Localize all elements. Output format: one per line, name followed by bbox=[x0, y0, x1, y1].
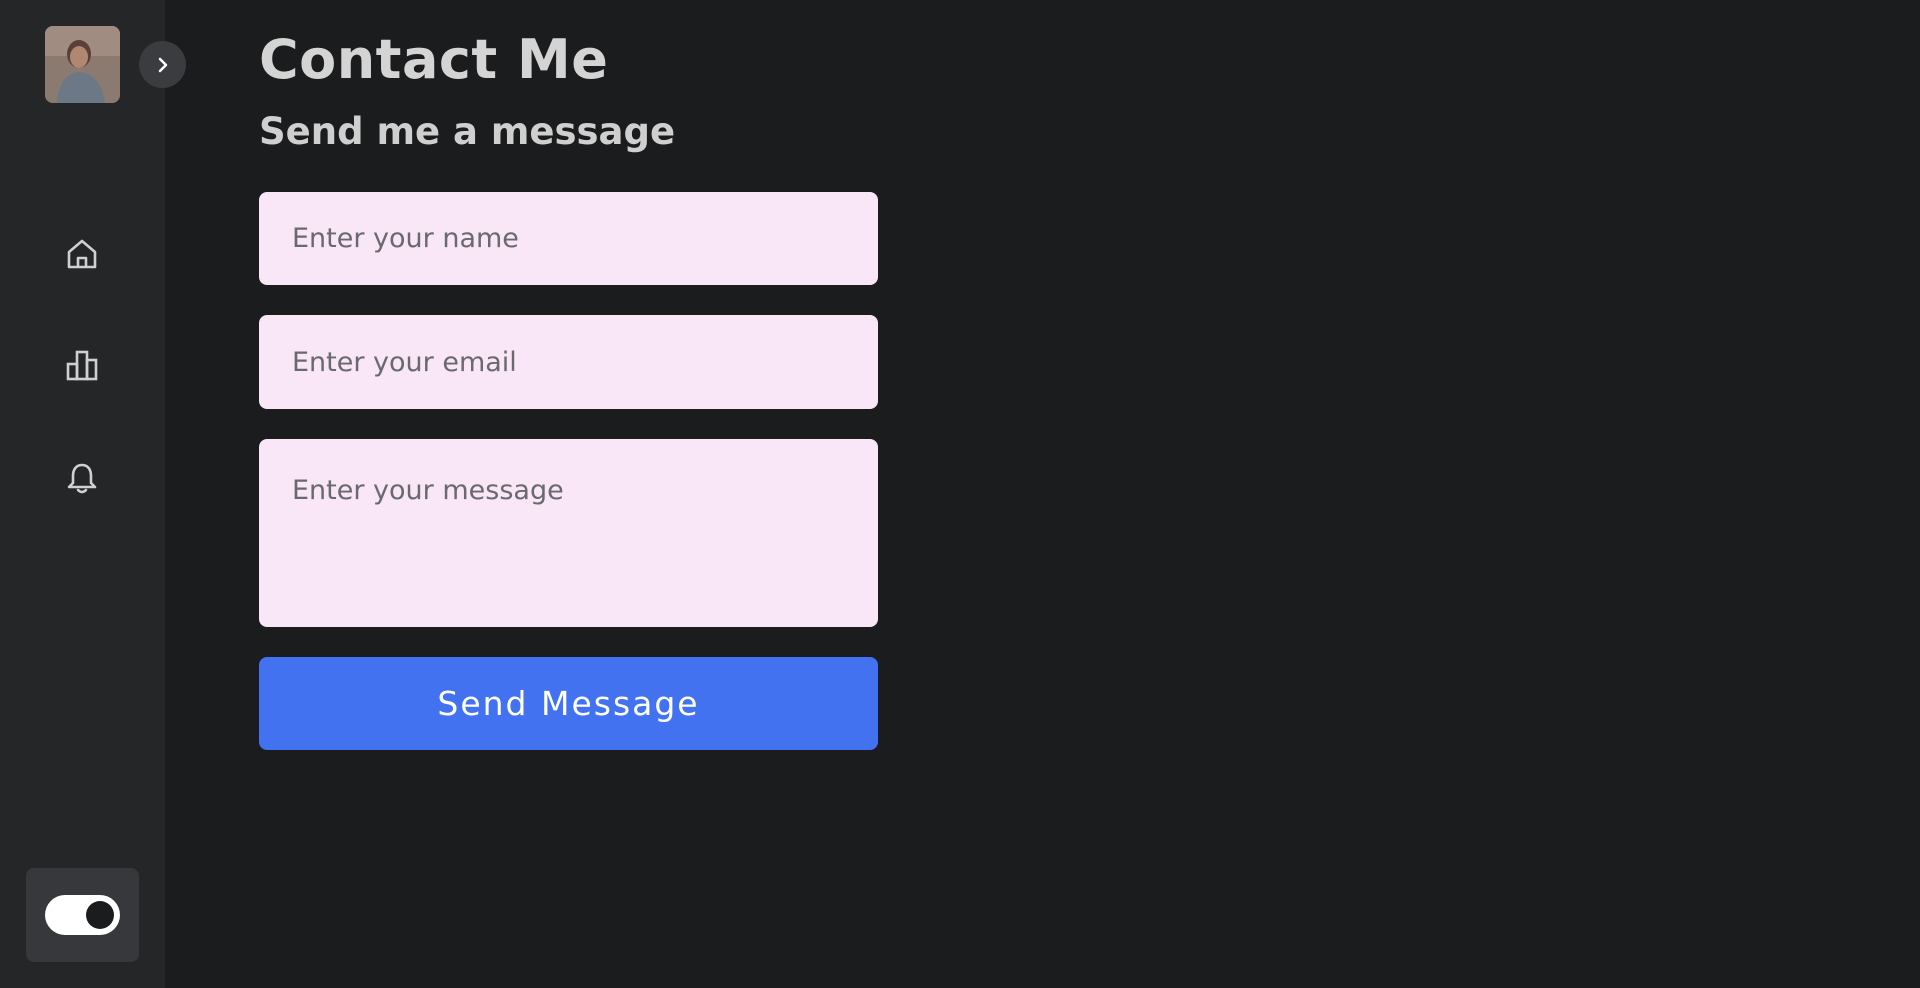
sidebar-item-home[interactable] bbox=[60, 232, 104, 276]
theme-toggle[interactable] bbox=[45, 895, 120, 935]
home-icon bbox=[67, 239, 97, 269]
name-field[interactable] bbox=[259, 192, 878, 285]
avatar[interactable] bbox=[45, 26, 120, 103]
page-title: Contact Me bbox=[259, 28, 609, 91]
theme-toggle-container bbox=[26, 868, 139, 962]
sidebar-collapse-button[interactable] bbox=[139, 41, 186, 88]
sidebar bbox=[0, 0, 186, 988]
toggle-knob bbox=[86, 901, 114, 929]
send-message-button[interactable]: Send Message bbox=[259, 657, 878, 750]
sidebar-item-stats[interactable] bbox=[60, 343, 104, 387]
sidebar-item-notifications[interactable] bbox=[60, 456, 104, 500]
message-field[interactable] bbox=[259, 439, 878, 627]
email-field[interactable] bbox=[259, 315, 878, 409]
bell-icon bbox=[67, 463, 97, 494]
page-subtitle: Send me a message bbox=[259, 110, 676, 153]
chevron-right-icon bbox=[158, 57, 167, 72]
bar-chart-icon bbox=[66, 350, 98, 381]
